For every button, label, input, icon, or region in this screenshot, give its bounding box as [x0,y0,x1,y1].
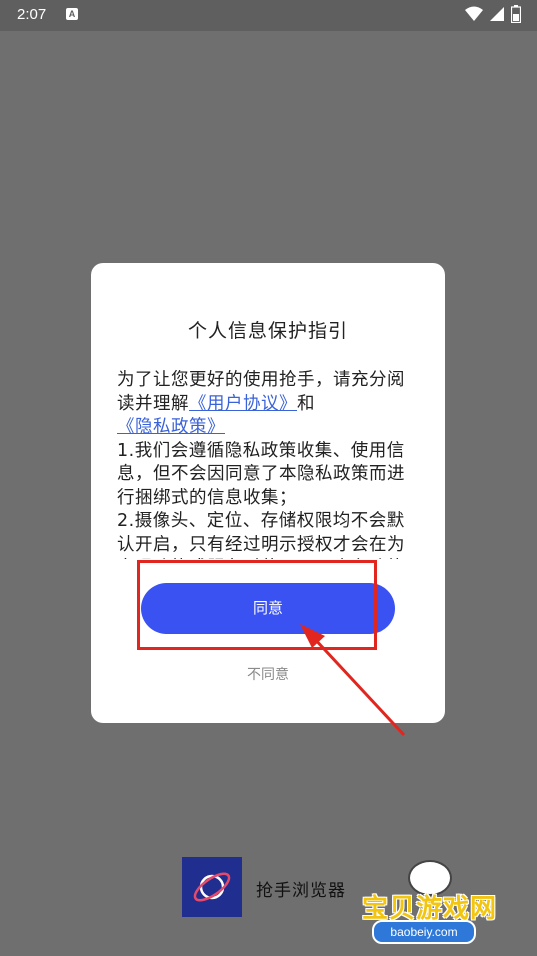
battery-icon [511,5,521,23]
watermark-url: baobeiy.com [372,920,476,944]
watermark-logo: 宝贝游戏网 baobeiy.com [360,860,510,950]
app-logo [182,857,242,917]
wifi-icon [465,6,483,21]
signal-icon [490,7,504,21]
intro-paragraph: 为了让您更好的使用抢手，请充分阅读并理解《用户协议》和《隐私政策》 [117,369,422,440]
user-agreement-link[interactable]: 《用户协议》 [189,394,297,414]
item-2: 2.摄像头、定位、存储权限均不会默认开启，只有经过明示授权才会在为实现功能或服务… [117,511,405,559]
planet-icon [193,872,231,902]
disagree-button[interactable]: 不同意 [91,664,445,684]
and-text: 和 [297,393,315,414]
privacy-dialog: 个人信息保护指引 为了让您更好的使用抢手，请充分阅读并理解《用户协议》和《隐私政… [91,263,445,723]
notification-icon: A [66,8,78,20]
privacy-policy-link[interactable]: 《隐私政策》 [117,417,225,437]
status-icons [465,5,521,23]
app-name: 抢手浏览器 [256,881,346,901]
status-time: 2:07 [17,6,47,23]
status-bar: 2:07 A [0,0,537,31]
dialog-body[interactable]: 为了让您更好的使用抢手，请充分阅读并理解《用户协议》和《隐私政策》 1.我们会遵… [117,369,422,559]
highlight-box [137,560,377,650]
dialog-title: 个人信息保护指引 [187,320,348,342]
item-1: 1.我们会遵循隐私政策收集、使用信息，但不会因同意了本隐私政策而进行捆绑式的信息… [117,440,405,508]
